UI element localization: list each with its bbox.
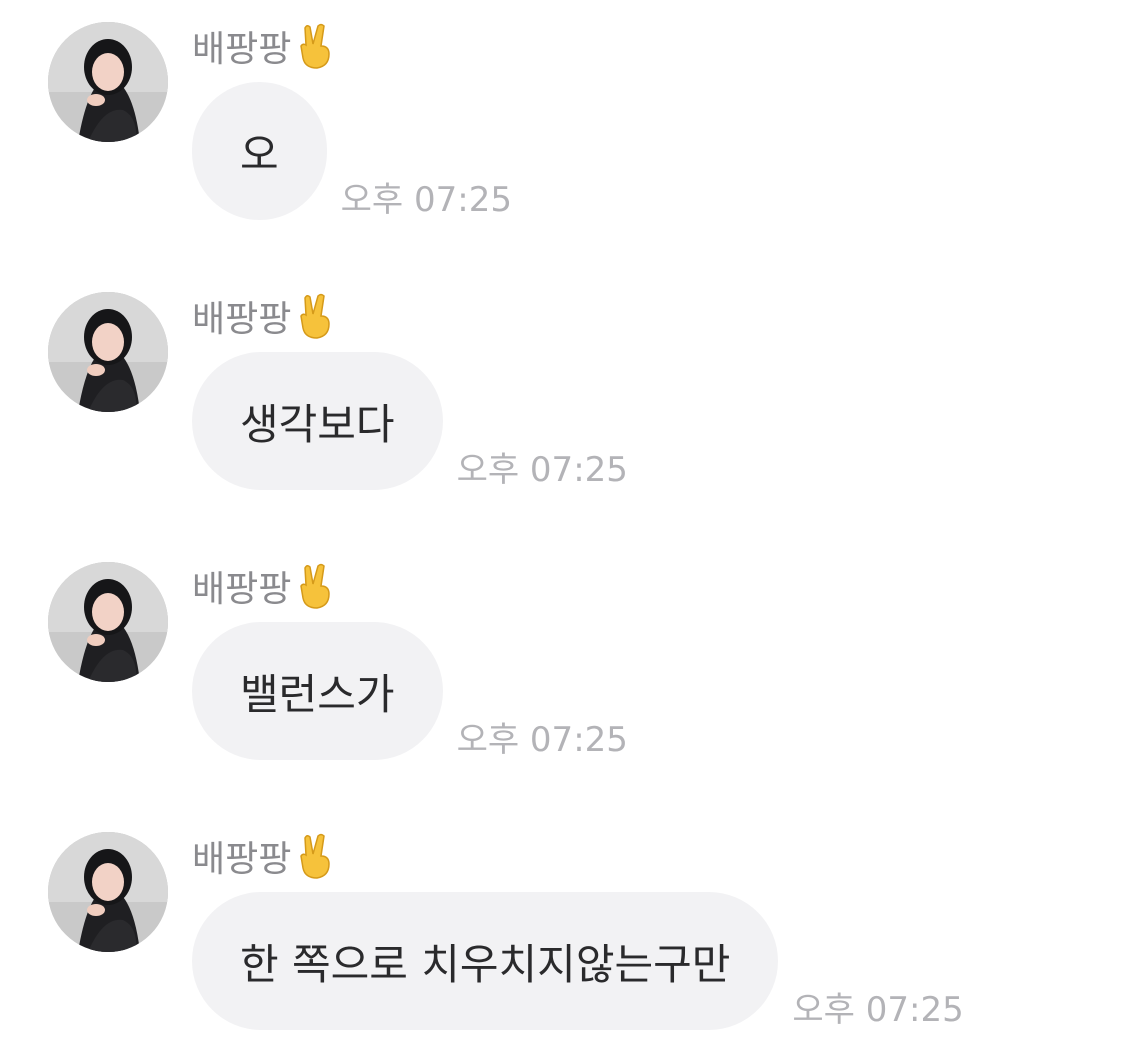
victory-hand-icon: [295, 22, 335, 70]
message-text: 밸런스가: [240, 669, 395, 719]
victory-hand-icon: [295, 832, 335, 880]
message-row: 밸런스가 오후 07:25: [192, 622, 628, 760]
sender-name-row: 배팡팡: [192, 560, 335, 612]
message-bubble[interactable]: 한 쪽으로 치우치지않는구만: [192, 892, 779, 1030]
sender-name: 배팡팡: [192, 569, 292, 610]
message-timestamp: 오후 07:25: [456, 450, 628, 490]
sender-name: 배팡팡: [192, 839, 292, 880]
sender-name-row: 배팡팡: [192, 830, 335, 882]
victory-hand-icon: [295, 562, 335, 610]
avatar[interactable]: [48, 562, 168, 682]
chat-message: 배팡팡 오 오후 07:25: [0, 0, 1125, 240]
message-text: 한 쪽으로 치우치지않는구만: [240, 939, 731, 989]
message-timestamp: 오후 07:25: [456, 720, 628, 760]
profile-photo-icon: [48, 292, 168, 412]
message-timestamp: 오후 07:25: [792, 990, 964, 1030]
message-row: 오 오후 07:25: [192, 82, 512, 220]
profile-photo-icon: [48, 562, 168, 682]
chat-message: 배팡팡 생각보다 오후 07:25: [0, 270, 1125, 510]
message-bubble[interactable]: 오: [192, 82, 327, 220]
message-row: 생각보다 오후 07:25: [192, 352, 628, 490]
avatar[interactable]: [48, 292, 168, 412]
profile-photo-icon: [48, 832, 168, 952]
chat-message: 배팡팡 밸런스가 오후 07:25: [0, 540, 1125, 780]
message-row: 한 쪽으로 치우치지않는구만 오후 07:25: [192, 892, 964, 1030]
avatar[interactable]: [48, 22, 168, 142]
message-bubble[interactable]: 밸런스가: [192, 622, 443, 760]
sender-name: 배팡팡: [192, 29, 292, 70]
sender-name-row: 배팡팡: [192, 290, 335, 342]
profile-photo-icon: [48, 22, 168, 142]
message-text: 생각보다: [240, 399, 395, 449]
avatar[interactable]: [48, 832, 168, 952]
message-bubble[interactable]: 생각보다: [192, 352, 443, 490]
message-text: 오: [240, 129, 279, 179]
sender-name: 배팡팡: [192, 299, 292, 340]
sender-name-row: 배팡팡: [192, 20, 335, 72]
message-timestamp: 오후 07:25: [340, 180, 512, 220]
chat-message: 배팡팡 한 쪽으로 치우치지않는구만 오후 07:25: [0, 810, 1125, 1050]
victory-hand-icon: [295, 292, 335, 340]
